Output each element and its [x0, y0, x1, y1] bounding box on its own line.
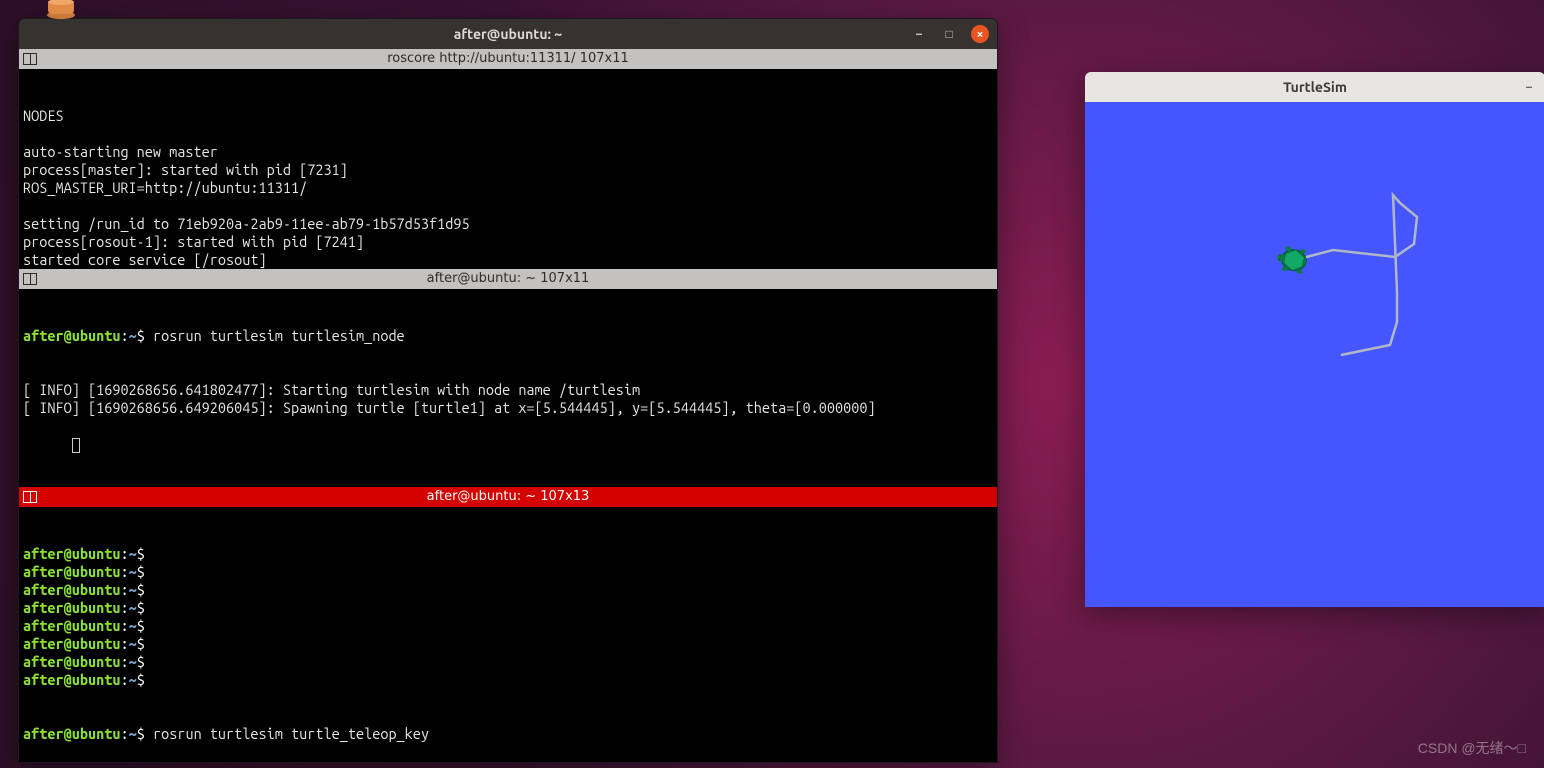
- turtle-trail: [1295, 195, 1417, 355]
- minimize-button[interactable]: –: [911, 26, 927, 42]
- turtle-icon: [1273, 241, 1316, 279]
- close-button[interactable]: ×: [971, 25, 989, 43]
- split-icon: [23, 273, 37, 285]
- pane2-tab-label: after@ubuntu: ~ 107x11: [427, 270, 590, 288]
- turtlesim-window: TurtleSim –: [1085, 72, 1544, 607]
- terminal-output-line: process[rosout-1]: started with pid [724…: [23, 233, 993, 251]
- terminal-output-line: [23, 197, 993, 215]
- terminal-output-line: process[master]: started with pid [7231]: [23, 161, 993, 179]
- prompt-line: after@ubuntu:~$: [23, 617, 993, 635]
- terminal-output-line: NODES: [23, 107, 993, 125]
- prompt-line: after@ubuntu:~$: [23, 581, 993, 599]
- pane1-content[interactable]: NODES auto-starting new masterprocess[ma…: [19, 69, 997, 269]
- terminal-output-line: setting /run_id to 71eb920a-2ab9-11ee-ab…: [23, 215, 993, 233]
- trash-icon[interactable]: [42, 0, 80, 20]
- terminal-title: after@ubuntu: ~: [454, 26, 562, 42]
- split-icon: [23, 491, 37, 503]
- watermark-text: CSDN @无绪～□: [1418, 738, 1526, 758]
- pane3-tab-label: after@ubuntu: ~ 107x13: [427, 488, 590, 506]
- terminal-body[interactable]: roscore http://ubuntu:11311/ 107x11 NODE…: [19, 49, 997, 763]
- turtlesim-canvas[interactable]: [1085, 102, 1544, 607]
- pane3-content[interactable]: after@ubuntu:~$after@ubuntu:~$after@ubun…: [19, 507, 997, 763]
- pane2-tab[interactable]: after@ubuntu: ~ 107x11: [19, 269, 997, 289]
- terminal-output-line: ROS_MASTER_URI=http://ubuntu:11311/: [23, 179, 993, 197]
- turtlesim-titlebar[interactable]: TurtleSim –: [1085, 72, 1544, 102]
- pane3-tab-active[interactable]: after@ubuntu: ~ 107x13: [19, 487, 997, 507]
- terminal-output-line: [ INFO] [1690268656.649206045]: Spawning…: [23, 399, 993, 417]
- prompt-line: after@ubuntu:~$: [23, 635, 993, 653]
- prompt-line: after@ubuntu:~$ rosrun turtlesim turtles…: [23, 327, 993, 345]
- prompt-line: after@ubuntu:~$: [23, 653, 993, 671]
- cursor-pane2: [72, 438, 80, 453]
- maximize-button[interactable]: □: [941, 26, 957, 42]
- terminal-output-line: [ INFO] [1690268656.641802477]: Starting…: [23, 381, 993, 399]
- pane1-tab-label: roscore http://ubuntu:11311/ 107x11: [387, 50, 629, 68]
- terminal-output-line: auto-starting new master: [23, 143, 993, 161]
- turtlesim-minimize-button[interactable]: –: [1521, 79, 1537, 95]
- terminal-output-line: started core service [/rosout]: [23, 251, 993, 269]
- prompt-line: after@ubuntu:~$ rosrun turtlesim turtle_…: [23, 725, 993, 743]
- terminal-window: after@ubuntu: ~ – □ × roscore http://ubu…: [18, 18, 998, 763]
- prompt-line: after@ubuntu:~$: [23, 545, 993, 563]
- pane2-content[interactable]: after@ubuntu:~$ rosrun turtlesim turtles…: [19, 289, 997, 487]
- prompt-line: after@ubuntu:~$: [23, 671, 993, 689]
- prompt-line: after@ubuntu:~$: [23, 563, 993, 581]
- terminal-titlebar[interactable]: after@ubuntu: ~ – □ ×: [19, 19, 997, 49]
- split-icon: [23, 53, 37, 65]
- terminal-output-line: [23, 125, 993, 143]
- pane1-tab[interactable]: roscore http://ubuntu:11311/ 107x11: [19, 49, 997, 69]
- prompt-line: after@ubuntu:~$: [23, 599, 993, 617]
- turtlesim-title: TurtleSim: [1283, 79, 1347, 95]
